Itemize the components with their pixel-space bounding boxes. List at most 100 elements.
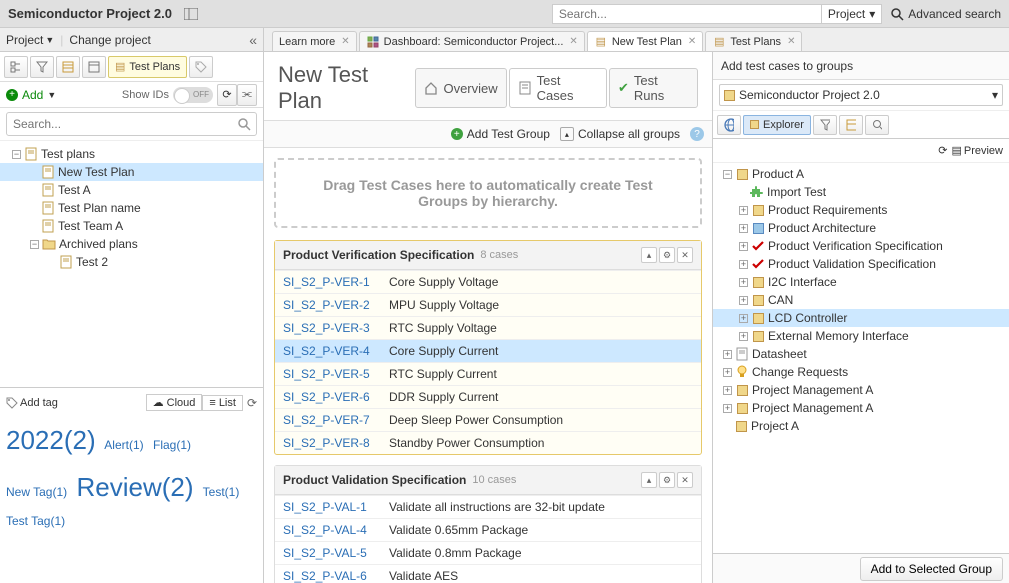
tree-item[interactable]: Test Team A <box>0 217 263 235</box>
collapse-sidebar-icon[interactable]: « <box>249 32 257 48</box>
tag-link[interactable]: Alert(1) <box>104 438 143 452</box>
test-case-row[interactable]: SI_S2_P-VER-7Deep Sleep Power Consumptio… <box>275 408 701 431</box>
explorer-item[interactable]: +Project Management A <box>713 381 1009 399</box>
explorer-item[interactable]: +Datasheet <box>713 345 1009 363</box>
tab-test-cases[interactable]: Test Cases <box>509 68 607 108</box>
help-icon[interactable]: ? <box>690 127 704 141</box>
test-case-row[interactable]: SI_S2_P-VER-5RTC Supply Current <box>275 362 701 385</box>
close-icon[interactable]: ✕ <box>341 36 349 47</box>
test-case-row[interactable]: SI_S2_P-VER-1Core Supply Voltage <box>275 270 701 293</box>
explorer-item[interactable]: +External Memory Interface <box>713 327 1009 345</box>
expander-icon[interactable]: + <box>739 224 748 233</box>
editor-tab[interactable]: ▤Test Plans✕ <box>705 31 802 51</box>
settings-icon[interactable]: ⚙ <box>659 247 675 263</box>
tree-item[interactable]: Test 2 <box>0 253 263 271</box>
tag-link[interactable]: Test(1) <box>203 485 240 499</box>
filter-button[interactable] <box>813 115 837 135</box>
expander-icon[interactable]: + <box>723 386 732 395</box>
collapse-group-icon[interactable]: ▴ <box>641 472 657 488</box>
close-icon[interactable]: ✕ <box>688 36 696 47</box>
expander-icon[interactable]: + <box>739 278 748 287</box>
tree-item[interactable]: −Archived plans <box>0 235 263 253</box>
link-icon[interactable]: ⫘ <box>237 84 257 106</box>
add-to-selected-group-button[interactable]: Add to Selected Group <box>860 557 1003 581</box>
close-icon[interactable]: ✕ <box>569 36 577 47</box>
add-tag-link[interactable]: Add tag <box>6 397 58 409</box>
table-button[interactable] <box>839 115 863 135</box>
tag-link[interactable]: Test Tag(1) <box>6 514 65 528</box>
editor-tab[interactable]: ▤New Test Plan✕ <box>587 31 704 51</box>
editor-tab[interactable]: Learn more✕ <box>272 31 357 51</box>
tree-item[interactable]: Test A <box>0 181 263 199</box>
explorer-item[interactable]: Import Test <box>713 183 1009 201</box>
expander-icon[interactable]: − <box>12 150 21 159</box>
dropzone[interactable]: Drag Test Cases here to automatically cr… <box>274 158 702 228</box>
tag-list-view-button[interactable]: ≡ List <box>202 395 243 411</box>
project-menu[interactable]: Project ▼ <box>6 33 54 47</box>
test-case-row[interactable]: SI_S2_P-VER-6DDR Supply Current <box>275 385 701 408</box>
explorer-item[interactable]: +Product Verification Specification <box>713 237 1009 255</box>
refresh-icon[interactable]: ⟳ <box>938 144 947 157</box>
tag-link[interactable]: Review(2) <box>76 472 193 502</box>
tool-tag-icon[interactable] <box>189 56 213 78</box>
explorer-item[interactable]: −Product A <box>713 165 1009 183</box>
collapse-group-icon[interactable]: ▴ <box>641 247 657 263</box>
expander-icon[interactable]: + <box>723 404 732 413</box>
test-case-row[interactable]: SI_S2_P-VER-2MPU Supply Voltage <box>275 293 701 316</box>
expander-icon[interactable]: + <box>739 260 748 269</box>
tag-cloud-view-button[interactable]: ☁ Cloud <box>146 394 203 411</box>
search-button[interactable] <box>865 115 889 135</box>
collapse-all-button[interactable]: ▴ Collapse all groups <box>560 127 680 141</box>
expander-icon[interactable]: + <box>739 206 748 215</box>
tool-tree-icon[interactable] <box>4 56 28 78</box>
explorer-item[interactable]: +Project Management A <box>713 399 1009 417</box>
test-case-row[interactable]: SI_S2_P-VAL-6Validate AES <box>275 564 701 583</box>
refresh-icon[interactable]: ⟳ <box>217 84 237 106</box>
add-test-group-button[interactable]: + Add Test Group <box>451 127 550 141</box>
tag-link[interactable]: New Tag(1) <box>6 485 67 499</box>
explorer-item[interactable]: Project A <box>713 417 1009 435</box>
test-case-row[interactable]: SI_S2_P-VER-3RTC Supply Voltage <box>275 316 701 339</box>
advanced-search-link[interactable]: Advanced search <box>890 7 1001 21</box>
test-case-row[interactable]: SI_S2_P-VAL-1Validate all instructions a… <box>275 495 701 518</box>
test-case-row[interactable]: SI_S2_P-VER-4Core Supply Current <box>275 339 701 362</box>
explorer-item[interactable]: +LCD Controller <box>713 309 1009 327</box>
explorer-item[interactable]: +Product Validation Specification <box>713 255 1009 273</box>
test-case-row[interactable]: SI_S2_P-VAL-4Validate 0.65mm Package <box>275 518 701 541</box>
close-icon[interactable]: ✕ <box>787 36 795 47</box>
show-ids-toggle[interactable]: OFF <box>173 87 213 103</box>
expander-icon[interactable]: + <box>739 314 748 323</box>
tab-overview[interactable]: Overview <box>415 68 506 108</box>
refresh-tags-icon[interactable]: ⟳ <box>247 396 257 410</box>
explorer-item[interactable]: +Product Architecture <box>713 219 1009 237</box>
tree-item[interactable]: Test Plan name <box>0 199 263 217</box>
tag-link[interactable]: Flag(1) <box>153 438 191 452</box>
preview-button[interactable]: ▤ Preview <box>951 144 1003 157</box>
editor-tab[interactable]: Dashboard: Semiconductor Project...✕ <box>359 31 585 51</box>
test-plans-button[interactable]: ▤ Test Plans <box>108 56 187 78</box>
sidebar-search-input[interactable] <box>6 112 257 136</box>
expander-icon[interactable]: + <box>723 350 732 359</box>
global-search-input[interactable] <box>552 4 822 24</box>
settings-icon[interactable]: ⚙ <box>659 472 675 488</box>
tree-item[interactable]: −Test plans <box>0 145 263 163</box>
expander-icon[interactable]: + <box>723 368 732 377</box>
expander-icon[interactable]: + <box>739 332 748 341</box>
expander-icon[interactable]: + <box>739 242 748 251</box>
explorer-item[interactable]: +I2C Interface <box>713 273 1009 291</box>
explorer-button[interactable]: Explorer <box>743 115 811 135</box>
test-case-row[interactable]: SI_S2_P-VER-8Standby Power Consumption <box>275 431 701 454</box>
expander-icon[interactable]: + <box>739 296 748 305</box>
expander-icon[interactable]: − <box>30 240 39 249</box>
project-select-dropdown[interactable]: Semiconductor Project 2.0 ▾ <box>719 84 1003 106</box>
search-scope-dropdown[interactable]: Project ▾ <box>821 4 882 24</box>
tool-filter-icon[interactable] <box>30 56 54 78</box>
tab-test-runs[interactable]: ✔ Test Runs <box>609 68 698 108</box>
tool-window-icon[interactable] <box>82 56 106 78</box>
explorer-item[interactable]: +CAN <box>713 291 1009 309</box>
explorer-item[interactable]: +Product Requirements <box>713 201 1009 219</box>
delete-icon[interactable]: ✕ <box>677 247 693 263</box>
expander-icon[interactable]: − <box>723 170 732 179</box>
tool-table-icon[interactable] <box>56 56 80 78</box>
add-button[interactable]: + Add ▼ <box>6 88 56 102</box>
